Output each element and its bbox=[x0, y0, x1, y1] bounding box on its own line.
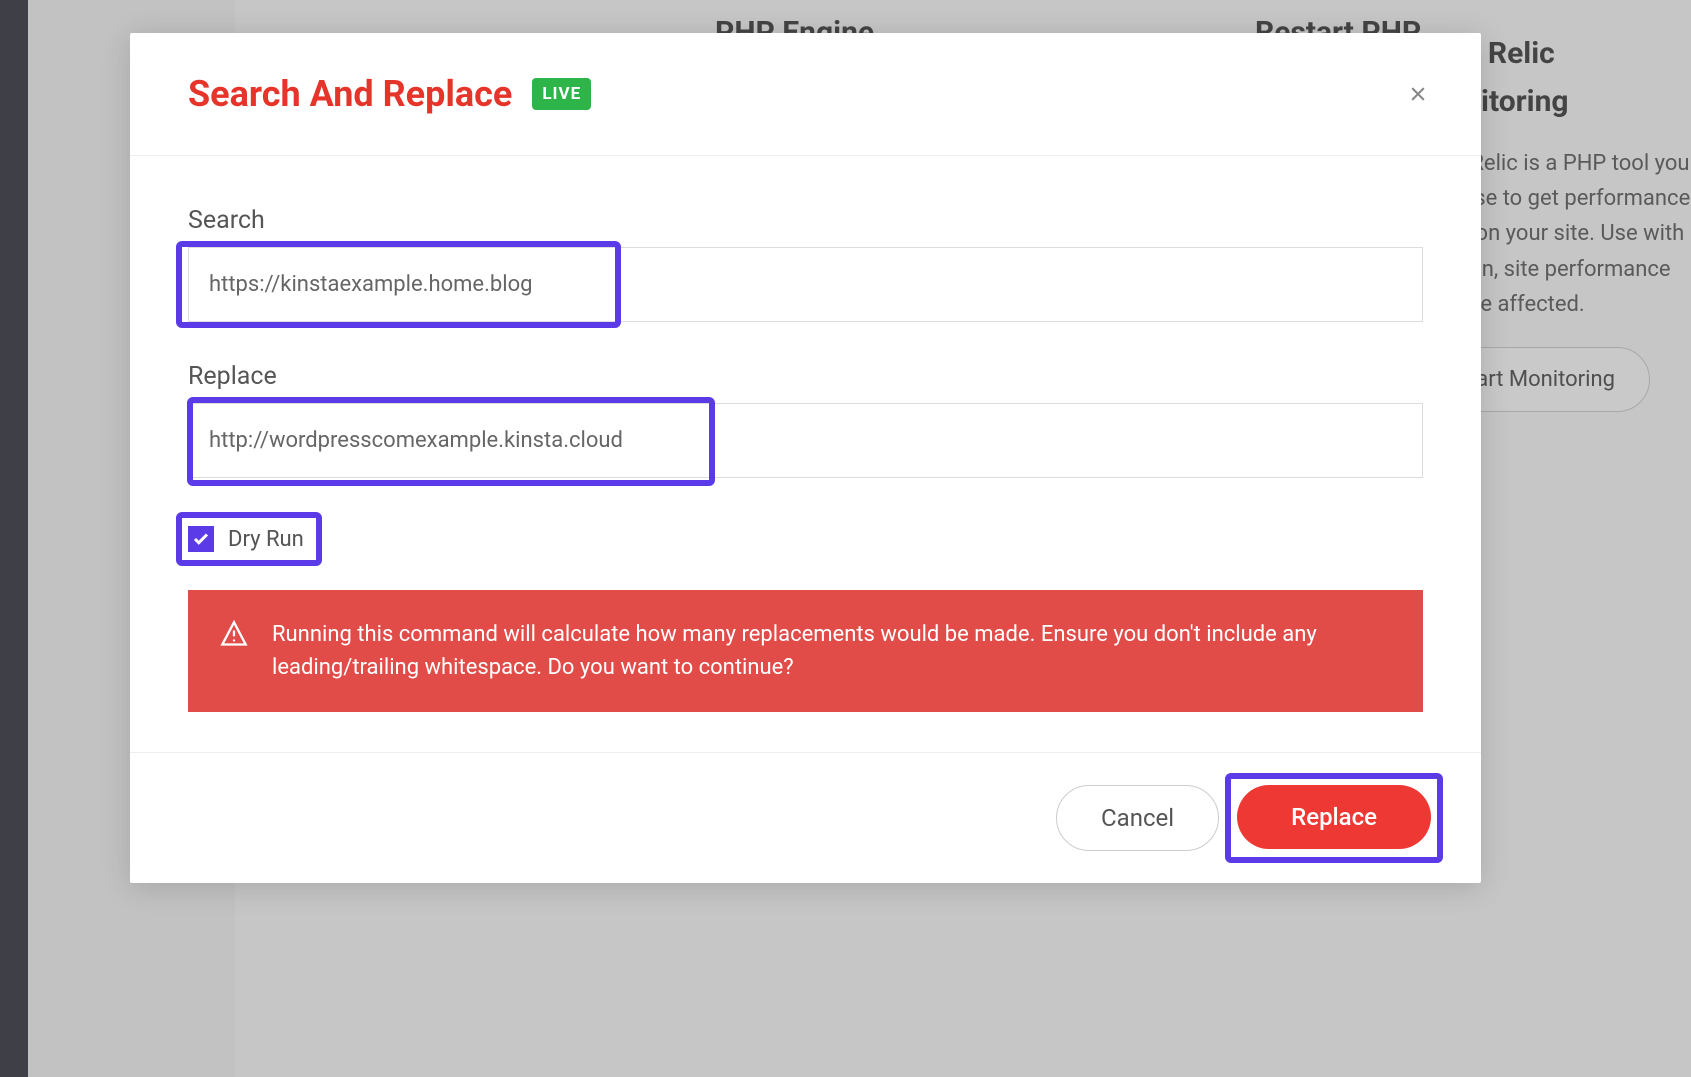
live-badge: LIVE bbox=[532, 78, 591, 110]
replace-input[interactable] bbox=[188, 403, 1423, 478]
dry-run-checkbox[interactable] bbox=[188, 526, 214, 552]
close-icon bbox=[1408, 84, 1428, 104]
modal-header: Search And Replace LIVE bbox=[130, 33, 1481, 156]
search-input-wrap bbox=[188, 247, 1423, 322]
replace-button[interactable]: Replace bbox=[1237, 785, 1431, 849]
modal-body: Search Replace Dry Run Runn bbox=[130, 156, 1481, 752]
dry-run-label: Dry Run bbox=[228, 527, 304, 552]
dry-run-row[interactable]: Dry Run bbox=[182, 518, 316, 560]
search-replace-modal: Search And Replace LIVE Search Replace bbox=[130, 33, 1481, 883]
warning-icon bbox=[220, 620, 248, 648]
warning-text: Running this command will calculate how … bbox=[272, 618, 1391, 684]
modal-footer: Cancel Replace bbox=[130, 752, 1481, 883]
replace-input-wrap bbox=[188, 403, 1423, 478]
search-label: Search bbox=[188, 206, 1423, 235]
check-icon bbox=[192, 530, 210, 548]
warning-box: Running this command will calculate how … bbox=[188, 590, 1423, 712]
cancel-button[interactable]: Cancel bbox=[1056, 785, 1219, 851]
modal-title: Search And Replace bbox=[188, 73, 512, 115]
close-button[interactable] bbox=[1403, 79, 1433, 109]
replace-button-wrap: Replace bbox=[1237, 785, 1431, 851]
replace-label: Replace bbox=[188, 362, 1423, 391]
search-input[interactable] bbox=[188, 247, 1423, 322]
